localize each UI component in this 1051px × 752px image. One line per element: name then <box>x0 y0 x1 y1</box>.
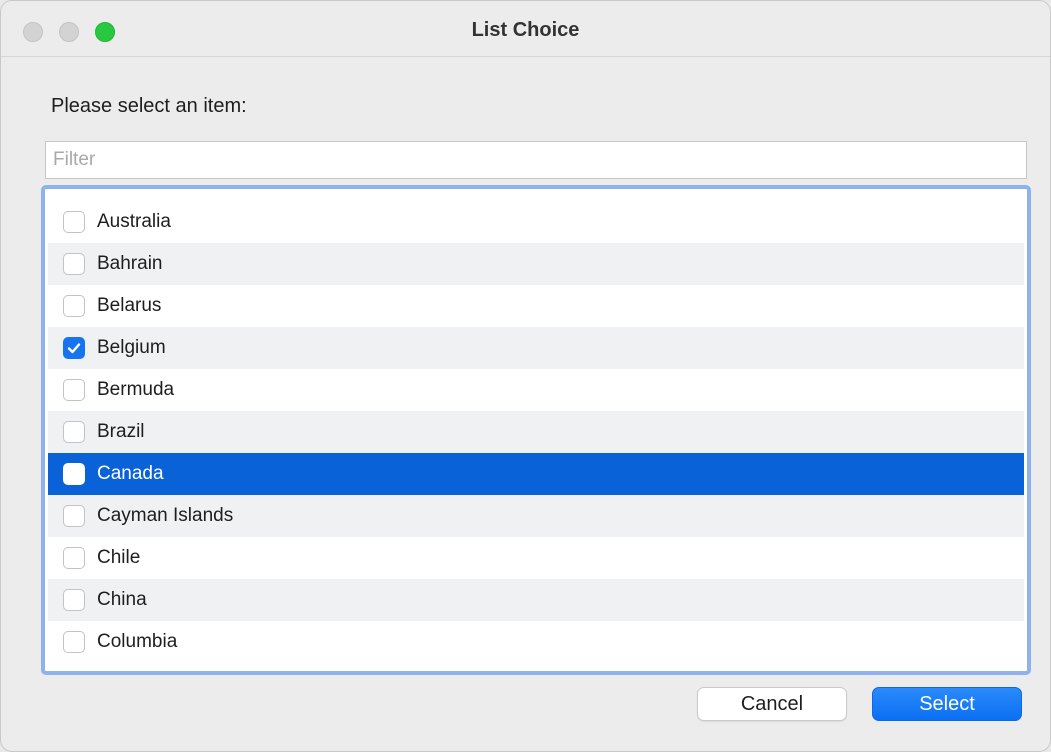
list-item-label: Cayman Islands <box>97 505 234 526</box>
window-title: List Choice <box>471 19 580 41</box>
list-item-label: Brazil <box>97 421 145 442</box>
checkbox[interactable] <box>63 379 85 401</box>
checkbox[interactable] <box>63 421 85 443</box>
list-item-label: Chile <box>97 547 141 568</box>
checkbox[interactable] <box>63 631 85 653</box>
list-item[interactable]: Belarus <box>48 285 1024 327</box>
list-item[interactable]: China <box>48 579 1024 621</box>
checkbox[interactable] <box>63 589 85 611</box>
list-item-label: Canada <box>97 463 164 484</box>
item-list-rows: Australia Bahrain Belarus Belgium Bermuda Bra… <box>48 201 1024 663</box>
checkbox[interactable] <box>63 505 85 527</box>
list-item-label: Australia <box>97 211 171 232</box>
item-list[interactable]: Australia Bahrain Belarus Belgium Bermuda Bra… <box>41 185 1031 675</box>
checkbox[interactable] <box>63 295 85 317</box>
list-item[interactable]: Bermuda <box>48 369 1024 411</box>
checkbox[interactable] <box>63 211 85 233</box>
list-item[interactable]: Brazil <box>48 411 1024 453</box>
list-item[interactable]: Canada <box>48 453 1024 495</box>
list-item-label: Columbia <box>97 631 178 652</box>
filter-input[interactable] <box>45 141 1027 179</box>
checkbox[interactable] <box>63 253 85 275</box>
list-item-label: Belgium <box>97 337 166 358</box>
list-item[interactable]: Cayman Islands <box>48 495 1024 537</box>
list-item[interactable]: Columbia <box>48 621 1024 663</box>
list-item-label: Belarus <box>97 295 162 316</box>
checkbox[interactable] <box>63 547 85 569</box>
checkmark-icon <box>67 343 81 354</box>
list-item-label: China <box>97 589 147 610</box>
checkbox-checked[interactable] <box>63 337 85 359</box>
list-item[interactable]: Bahrain <box>48 243 1024 285</box>
list-item-label: Bermuda <box>97 379 175 400</box>
list-item-label: Bahrain <box>97 253 163 274</box>
cancel-button[interactable]: Cancel <box>697 687 847 721</box>
checkbox[interactable] <box>63 463 85 485</box>
list-item[interactable]: Australia <box>48 201 1024 243</box>
prompt-label: Please select an item: <box>51 95 247 117</box>
list-item[interactable]: Chile <box>48 537 1024 579</box>
dialog-window: List Choice Please select an item: Austr… <box>0 0 1051 752</box>
select-button[interactable]: Select <box>872 687 1022 721</box>
title-bar[interactable]: List Choice <box>1 1 1050 57</box>
list-item[interactable]: Belgium <box>48 327 1024 369</box>
